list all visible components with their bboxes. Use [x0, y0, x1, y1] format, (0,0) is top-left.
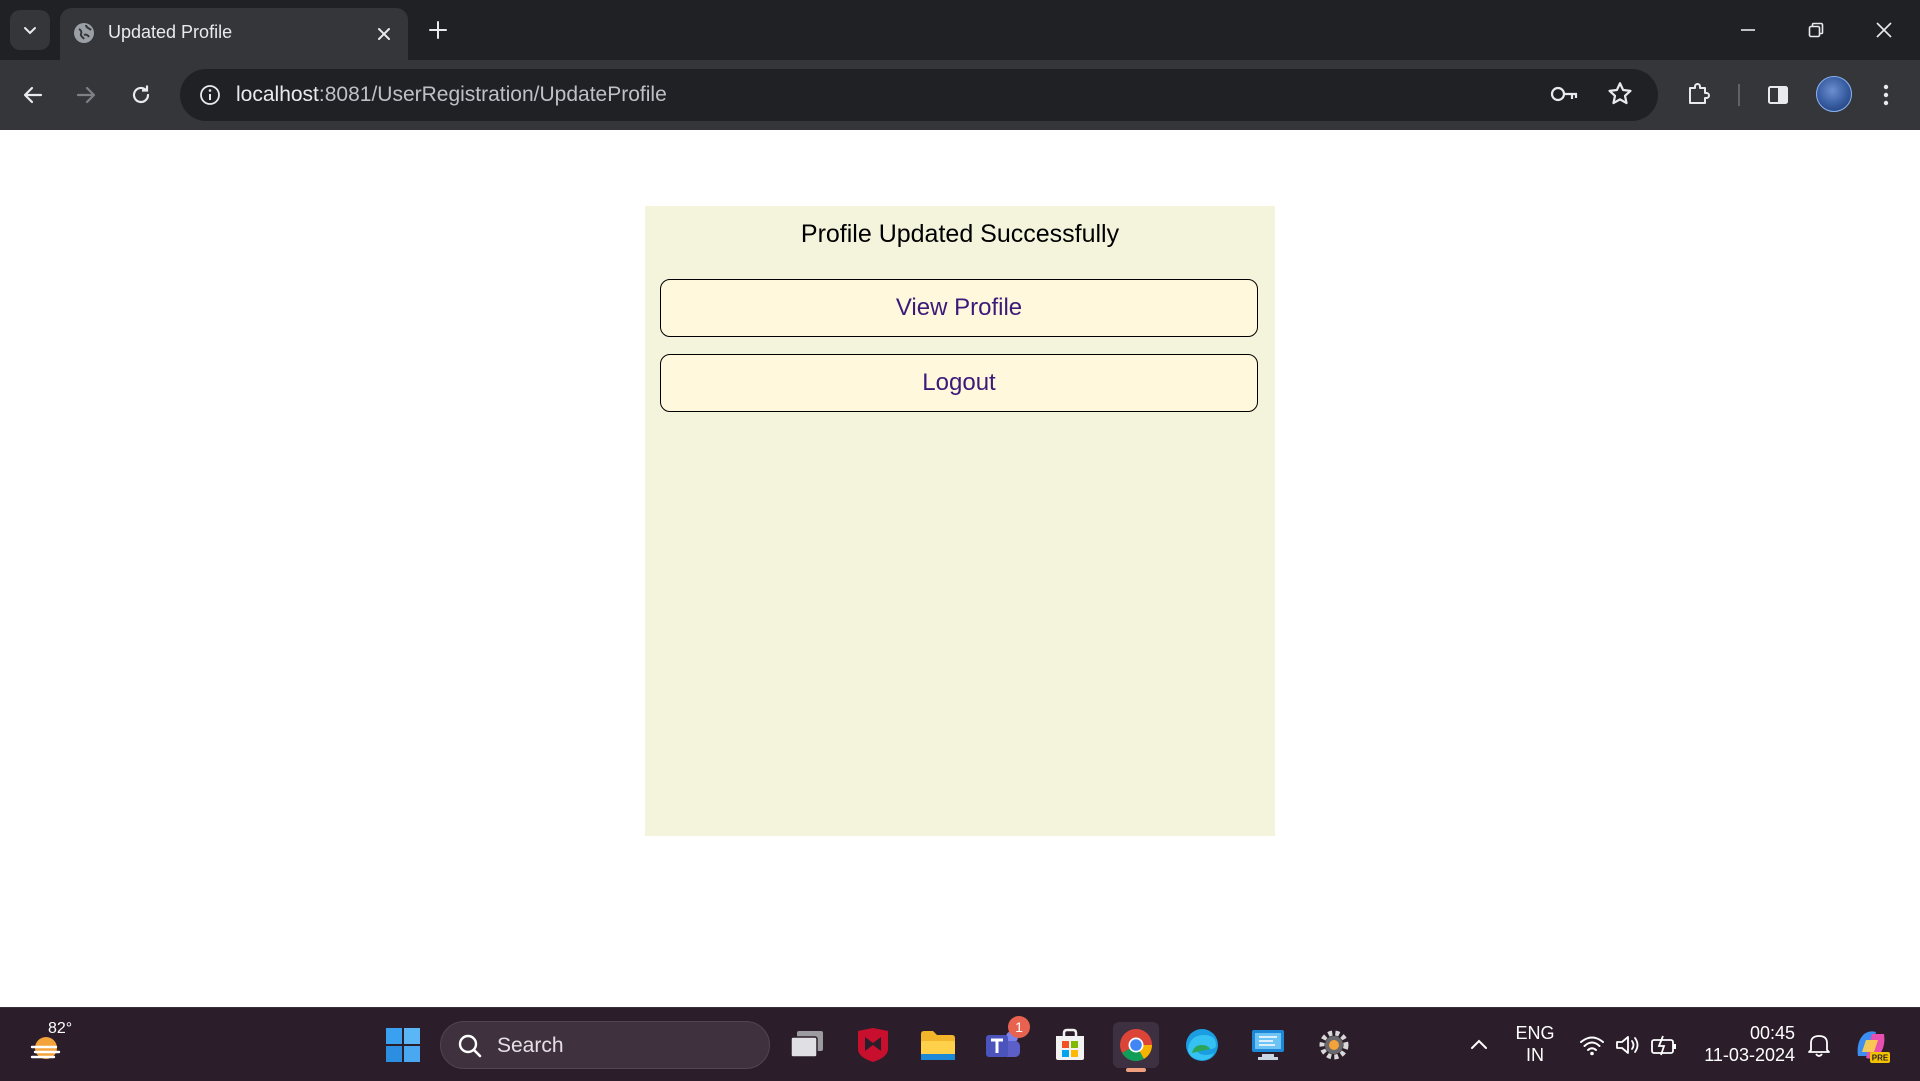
wifi-icon [1580, 1036, 1604, 1056]
clock-date: 11-03-2024 [1704, 1045, 1795, 1065]
windows-logo-icon [386, 1028, 420, 1062]
settings-app[interactable] [1311, 1022, 1357, 1068]
active-tab[interactable]: Updated Profile [60, 8, 408, 60]
speaker-icon [1616, 1036, 1639, 1054]
extensions-button[interactable] [1676, 73, 1720, 117]
teams-app[interactable]: 1 [980, 1016, 1030, 1068]
notifications-button[interactable] [1796, 1022, 1842, 1068]
minimize-icon [1741, 29, 1755, 31]
side-panel-icon [1768, 86, 1788, 104]
tab-title: Updated Profile [108, 22, 233, 42]
active-app-indicator [1126, 1068, 1146, 1072]
restore-button[interactable] [1782, 0, 1850, 60]
language-indicator[interactable]: ENG IN [1508, 1022, 1562, 1066]
chrome-app[interactable] [1113, 1022, 1159, 1072]
site-info-icon[interactable] [192, 77, 228, 113]
search-icon [457, 1033, 483, 1059]
new-tab-button[interactable] [420, 12, 456, 48]
url-host: localhost [236, 83, 319, 106]
profile-avatar[interactable] [1816, 76, 1852, 112]
success-message: Profile Updated Successfully [800, 220, 1120, 248]
mcafee-app[interactable] [850, 1022, 896, 1068]
password-key-icon[interactable] [1550, 81, 1580, 107]
copilot-button[interactable]: PRE [1848, 1022, 1894, 1068]
clock[interactable]: 00:45 11-03-2024 [1695, 1022, 1795, 1066]
address-bar[interactable]: localhost:8081/UserRegistration/UpdatePr… [180, 69, 1658, 121]
teams-notification-badge: 1 [1008, 1016, 1030, 1038]
show-hidden-icons-button[interactable] [1456, 1022, 1502, 1068]
clock-time: 00:45 [1749, 1023, 1795, 1043]
edge-icon [1186, 1029, 1218, 1061]
gear-icon [1319, 1030, 1349, 1060]
browser-toolbar: localhost:8081/UserRegistration/UpdatePr… [0, 60, 1920, 130]
chrome-icon [1120, 1029, 1152, 1062]
arrow-left-icon [23, 86, 43, 104]
bell-icon [1808, 1035, 1830, 1057]
svg-text:PRE: PRE [1872, 1054, 1889, 1063]
url-path: :8081/UserRegistration/UpdateProfile [318, 83, 667, 106]
page-content: Profile Updated Successfully View Profil… [0, 130, 1920, 1007]
close-icon [1876, 22, 1892, 38]
tab-strip: Updated Profile [0, 0, 1920, 60]
chevron-down-icon [24, 27, 36, 35]
remote-desktop-app[interactable] [1245, 1022, 1291, 1068]
edge-app[interactable] [1179, 1022, 1225, 1068]
windows-taskbar: 82° Search 1 ENG IN 00:45 11-03-2024 PRE [0, 1007, 1920, 1081]
url-text[interactable]: localhost:8081/UserRegistration/UpdatePr… [236, 83, 667, 107]
globe-icon [72, 21, 96, 45]
language-code: ENG [1515, 1023, 1555, 1043]
profile-card: Profile Updated Successfully View Profil… [645, 206, 1275, 836]
minimize-button[interactable] [1714, 0, 1782, 60]
copilot-icon: PRE [1857, 1031, 1890, 1063]
chrome-menu-button[interactable] [1864, 73, 1908, 117]
tab-close-icon[interactable] [370, 20, 398, 48]
file-explorer-app[interactable] [915, 1022, 961, 1068]
more-vertical-icon [1883, 84, 1889, 106]
start-button[interactable] [380, 1022, 426, 1068]
side-panel-button[interactable] [1756, 73, 1800, 117]
view-profile-button[interactable]: View Profile [660, 279, 1258, 337]
task-view-icon [790, 1031, 823, 1058]
folder-icon [921, 1031, 955, 1060]
forward-button[interactable] [64, 73, 108, 117]
bookmark-star-icon[interactable] [1606, 80, 1634, 108]
taskbar-search-box[interactable]: Search [440, 1021, 770, 1069]
plus-icon [429, 21, 447, 39]
mcafee-shield-icon [858, 1028, 888, 1062]
battery-charging-icon [1651, 1035, 1676, 1056]
back-button[interactable] [11, 73, 55, 117]
reload-icon [132, 85, 150, 104]
weather-temperature: 82° [48, 1020, 73, 1037]
arrow-right-icon [76, 86, 96, 104]
monitor-icon [1252, 1030, 1284, 1060]
store-icon [1056, 1028, 1084, 1060]
microsoft-store-app[interactable] [1047, 1022, 1093, 1068]
weather-widget[interactable]: 82° [26, 1020, 72, 1066]
puzzle-icon [1689, 83, 1710, 104]
toolbar-separator [1738, 84, 1740, 106]
close-window-button[interactable] [1850, 0, 1918, 60]
logout-button[interactable]: Logout [660, 354, 1258, 412]
task-view-button[interactable] [784, 1022, 830, 1068]
language-region: IN [1526, 1045, 1544, 1065]
search-placeholder: Search [497, 1034, 564, 1057]
battery-button[interactable] [1641, 1022, 1687, 1068]
reload-button[interactable] [119, 73, 163, 117]
chevron-up-icon [1471, 1039, 1487, 1049]
restore-icon [1808, 22, 1824, 38]
tab-search-button[interactable] [10, 10, 50, 50]
